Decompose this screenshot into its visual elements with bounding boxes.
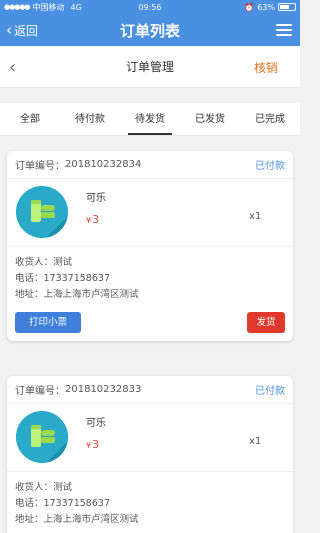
cola-icon — [16, 411, 68, 463]
order-card[interactable]: 订单编号： 201810232833 已付款 可乐 ¥3 x1 收货人：测试 电… — [7, 376, 293, 533]
status-bar: ●●●●● 中国移动 4G 09:56 ⏰ 63% — [0, 0, 300, 14]
order-header: 订单编号： 201810232834 已付款 — [7, 151, 293, 179]
phone: 电话：17337158637 — [15, 273, 110, 284]
order-header: 订单编号： 201810232833 已付款 — [7, 376, 293, 404]
order-tabs: 全部 待付款 待发货 已发货 已完成 — [0, 103, 300, 136]
page-title: 订单列表 — [119, 21, 180, 40]
ship-button[interactable]: 发货 — [247, 312, 285, 333]
menu-icon[interactable] — [276, 24, 292, 36]
tab-shipped[interactable]: 已发货 — [180, 103, 240, 135]
product-quantity: x1 — [249, 211, 262, 222]
battery-icon — [278, 3, 296, 11]
phone: 电话：17337158637 — [15, 498, 110, 509]
product-image — [16, 411, 68, 463]
status-badge: 已付款 — [255, 386, 285, 397]
product-name: 可乐 — [86, 193, 106, 204]
back-button[interactable]: ‹ 返回 — [6, 14, 38, 46]
receiver: 收货人：测试 — [15, 482, 73, 493]
price-value: 3 — [92, 438, 100, 451]
order-number-label: 订单编号： — [15, 386, 65, 397]
product-name: 可乐 — [86, 418, 106, 429]
order-number-label: 订单编号： — [15, 161, 65, 172]
receiver: 收货人：测试 — [15, 257, 73, 268]
print-receipt-button[interactable]: 打印小票 — [15, 312, 81, 333]
order-item[interactable]: 可乐 ¥3 x1 — [7, 404, 293, 472]
address: 地址：上海上海市卢湾区测试 — [15, 289, 139, 300]
order-number: 201810232833 — [65, 384, 142, 395]
currency-symbol: ¥ — [86, 216, 92, 225]
back-label: 返回 — [14, 23, 39, 38]
tab-pending-shipment[interactable]: 待发货 — [120, 103, 180, 135]
clock: 09:56 — [138, 2, 162, 12]
sub-header: ‹ 订单管理 核销 — [0, 46, 300, 88]
price-value: 3 — [92, 213, 100, 226]
product-image — [16, 186, 68, 238]
app-bar: ‹ 返回 订单列表 — [0, 14, 300, 46]
cola-icon — [16, 186, 68, 238]
order-card[interactable]: 订单编号： 201810232834 已付款 可乐 ¥3 x1 收货人：测试 电… — [7, 151, 293, 341]
status-badge: 已付款 — [255, 161, 285, 172]
tab-all[interactable]: 全部 — [0, 103, 60, 135]
product-price: ¥3 — [86, 213, 99, 226]
tab-completed[interactable]: 已完成 — [240, 103, 300, 135]
chevron-left-icon: ‹ — [6, 21, 12, 39]
product-quantity: x1 — [249, 436, 262, 447]
order-number: 201810232834 — [65, 159, 142, 170]
verify-button[interactable]: 核销 — [254, 59, 278, 76]
tab-pending-payment[interactable]: 待付款 — [60, 103, 120, 135]
shipping-info: 收货人：测试 电话：17337158637 地址：上海上海市卢湾区测试 — [7, 247, 293, 303]
chevron-left-icon[interactable]: ‹ — [9, 57, 16, 78]
battery-fill — [280, 5, 289, 9]
order-actions: 打印小票 发货 — [7, 303, 293, 341]
order-item[interactable]: 可乐 ¥3 x1 — [7, 179, 293, 247]
address: 地址：上海上海市卢湾区测试 — [15, 514, 139, 525]
currency-symbol: ¥ — [86, 441, 92, 450]
shipping-info: 收货人：测试 电话：17337158637 地址：上海上海市卢湾区测试 — [7, 472, 293, 528]
product-price: ¥3 — [86, 438, 99, 451]
